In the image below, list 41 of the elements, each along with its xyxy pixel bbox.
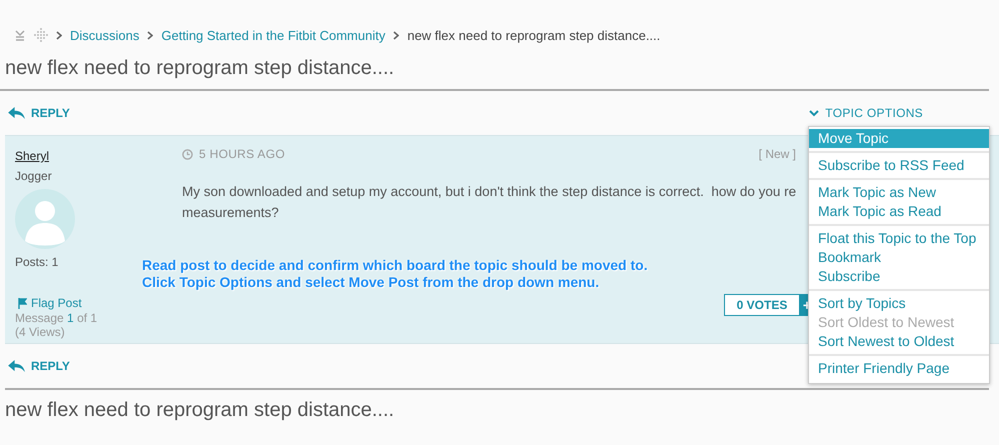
menu-item[interactable]: Float this Topic to the Top	[809, 229, 989, 248]
chevron-down-icon	[809, 110, 820, 116]
topic-title: new flex need to reprogram step distance....	[0, 46, 989, 91]
reply-button[interactable]: REPLY	[8, 359, 70, 373]
menu-item[interactable]: Sort Newest to Oldest	[809, 332, 989, 351]
message-position: Message 1 of 1	[15, 311, 98, 325]
author-rank: Jogger	[15, 169, 52, 183]
post-body-line: My son downloaded and setup my account, but i don't think the step distance is correct. how do you re	[182, 183, 798, 201]
breadcrumb-current: new flex need to reprogram step distance....	[407, 28, 660, 42]
reply-arrow-icon	[8, 106, 25, 120]
reply-button[interactable]: REPLY	[8, 106, 70, 120]
flag-icon	[18, 298, 27, 308]
avatar	[15, 189, 75, 249]
reply-arrow-icon	[8, 360, 25, 372]
annotation-text: Read post to decide and confirm which board the topic should be moved to.	[142, 257, 648, 274]
chevron-right-icon	[147, 30, 154, 40]
post-time: 5 HOURS AGO	[182, 147, 285, 161]
view-count: (4 Views)	[15, 325, 65, 339]
flag-post-link[interactable]: Flag Post	[15, 296, 82, 310]
author-name[interactable]: Sheryl	[15, 149, 50, 163]
menu-item[interactable]: Move Topic	[809, 129, 989, 148]
dots-icon[interactable]	[34, 28, 48, 42]
menu-item[interactable]: Subscribe	[809, 267, 989, 286]
breadcrumb-link[interactable]: Getting Started in the Fitbit Community	[161, 28, 386, 42]
post-count: Posts: 1	[15, 255, 58, 269]
vote-count: 0 VOTES	[736, 297, 788, 314]
topic-title: new flex need to reprogram step distance....	[4, 398, 396, 423]
collapse-icon[interactable]	[14, 29, 26, 41]
menu-item[interactable]: Subscribe to RSS Feed	[809, 156, 989, 175]
chevron-right-icon	[393, 30, 400, 40]
chevron-right-icon	[56, 30, 62, 40]
annotation-text: Click Topic Options and select Move Post from the drop down menu.	[142, 274, 600, 291]
breadcrumb-link[interactable]: Discussions	[70, 28, 140, 42]
menu-item[interactable]: Mark Topic as Read	[809, 202, 989, 221]
new-status: [ New ]	[758, 147, 796, 161]
post-body-line: measurements?	[182, 204, 280, 222]
menu-item[interactable]: Bookmark	[809, 248, 989, 267]
menu-item[interactable]: Printer Friendly Page	[809, 359, 989, 378]
topic-options-button[interactable]: TOPIC OPTIONS	[809, 106, 923, 120]
clock-icon	[182, 148, 193, 160]
menu-item[interactable]: Mark Topic as New	[809, 183, 989, 202]
